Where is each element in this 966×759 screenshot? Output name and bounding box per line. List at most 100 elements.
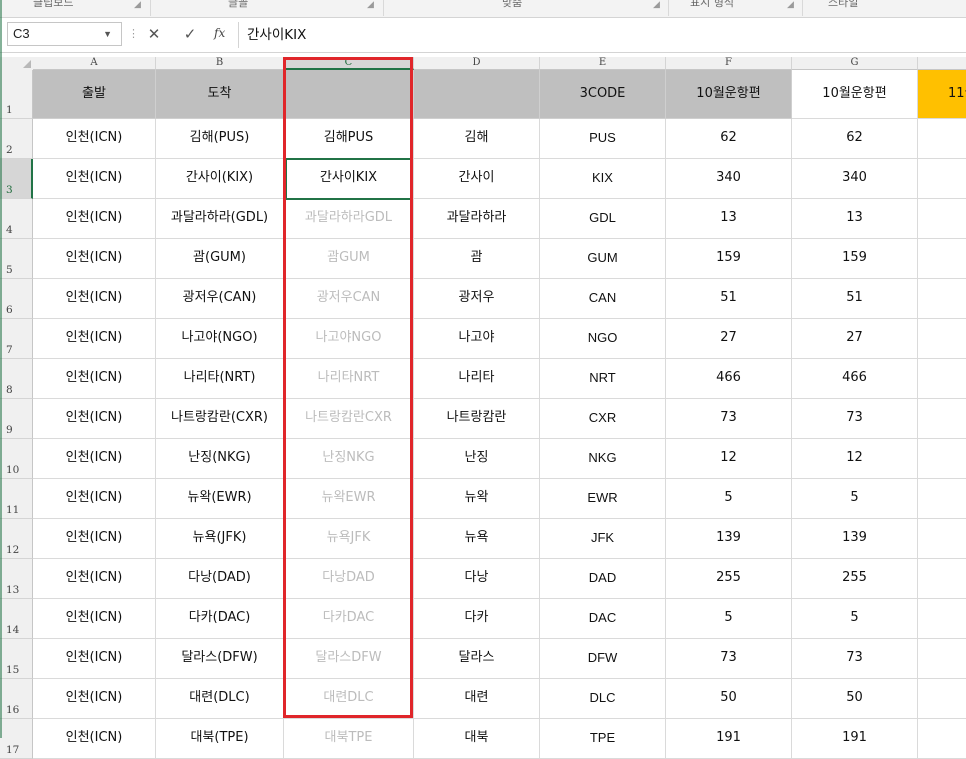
code-cell[interactable]: TPE [540,719,666,759]
empty-cell[interactable] [918,199,966,239]
row-header-10[interactable]: 10 [0,439,33,479]
concat-cell[interactable]: 나리타NRT [284,359,414,399]
arrival-cell[interactable]: 대련(DLC) [156,679,284,719]
city-cell[interactable]: 뉴왁 [414,479,540,519]
flights-oct-copy-cell[interactable]: 73 [792,639,918,679]
chevron-down-icon[interactable]: ▼ [103,23,112,45]
concat-cell[interactable]: 나트랑캄란CXR [284,399,414,439]
empty-cell[interactable] [918,559,966,599]
city-cell[interactable]: 대북 [414,719,540,759]
code-cell[interactable]: NRT [540,359,666,399]
concat-cell[interactable]: 뉴왁EWR [284,479,414,519]
concat-cell[interactable]: 대북TPE [284,719,414,759]
header-cell[interactable]: 출발 [33,70,156,119]
arrival-cell[interactable]: 난징(NKG) [156,439,284,479]
city-cell[interactable]: 대련 [414,679,540,719]
arrival-cell[interactable]: 다낭(DAD) [156,559,284,599]
departure-cell[interactable]: 인천(ICN) [33,199,156,239]
arrival-cell[interactable]: 대북(TPE) [156,719,284,759]
header-cell[interactable] [284,70,414,119]
concat-cell[interactable]: 괌GUM [284,239,414,279]
column-header-a[interactable]: A [33,57,156,70]
flights-oct-cell[interactable]: 139 [666,519,792,559]
empty-cell[interactable] [918,239,966,279]
flights-oct-copy-cell[interactable]: 13 [792,199,918,239]
empty-cell[interactable] [918,399,966,439]
city-cell[interactable]: 뉴욕 [414,519,540,559]
flights-oct-copy-cell[interactable]: 340 [792,159,918,199]
city-cell[interactable]: 난징 [414,439,540,479]
flights-oct-cell[interactable]: 191 [666,719,792,759]
code-cell[interactable]: DLC [540,679,666,719]
city-cell[interactable]: 나트랑캄란 [414,399,540,439]
header-cell[interactable]: 10월운항편 [792,70,918,119]
empty-cell[interactable] [918,279,966,319]
concat-cell[interactable]: 간사이KIX [284,159,414,199]
flights-oct-copy-cell[interactable]: 5 [792,599,918,639]
departure-cell[interactable]: 인천(ICN) [33,599,156,639]
concat-cell[interactable]: 나고야NGO [284,319,414,359]
flights-oct-cell[interactable]: 5 [666,479,792,519]
flights-oct-copy-cell[interactable]: 62 [792,119,918,159]
empty-cell[interactable] [918,439,966,479]
city-cell[interactable]: 나리타 [414,359,540,399]
concat-cell[interactable]: 광저우CAN [284,279,414,319]
row-header-1[interactable]: 1 [0,70,33,119]
city-cell[interactable]: 달라스 [414,639,540,679]
concat-cell[interactable]: 김해PUS [284,119,414,159]
flights-oct-copy-cell[interactable]: 12 [792,439,918,479]
code-cell[interactable]: GUM [540,239,666,279]
empty-cell[interactable] [918,359,966,399]
flights-oct-cell[interactable]: 340 [666,159,792,199]
row-header-17[interactable]: 17 [0,719,33,759]
city-cell[interactable]: 다카 [414,599,540,639]
code-cell[interactable]: DAD [540,559,666,599]
row-header-11[interactable]: 11 [0,479,33,519]
empty-cell[interactable] [918,319,966,359]
flights-oct-copy-cell[interactable]: 73 [792,399,918,439]
row-header-5[interactable]: 5 [0,239,33,279]
flights-oct-cell[interactable]: 13 [666,199,792,239]
city-cell[interactable]: 광저우 [414,279,540,319]
column-header-b[interactable]: B [156,57,284,70]
row-header-4[interactable]: 4 [0,199,33,239]
flights-oct-cell[interactable]: 73 [666,639,792,679]
empty-cell[interactable] [918,159,966,199]
arrival-cell[interactable]: 과달라하라(GDL) [156,199,284,239]
arrival-cell[interactable]: 나트랑캄란(CXR) [156,399,284,439]
concat-cell[interactable]: 다낭DAD [284,559,414,599]
row-header-9[interactable]: 9 [0,399,33,439]
departure-cell[interactable]: 인천(ICN) [33,439,156,479]
column-header-d[interactable]: D [414,57,540,70]
enter-icon[interactable]: ✓ [181,25,199,43]
row-header-16[interactable]: 16 [0,679,33,719]
name-box[interactable]: C3 ▼ [7,22,122,46]
arrival-cell[interactable]: 괌(GUM) [156,239,284,279]
formula-bar-resize-handle[interactable]: ⋮ [128,27,139,40]
alignment-launcher-icon[interactable]: ◢ [653,0,660,10]
row-header-12[interactable]: 12 [0,519,33,559]
city-cell[interactable]: 다낭 [414,559,540,599]
column-header-c[interactable]: C [284,57,414,70]
city-cell[interactable]: 나고야 [414,319,540,359]
code-cell[interactable]: JFK [540,519,666,559]
departure-cell[interactable]: 인천(ICN) [33,239,156,279]
arrival-cell[interactable]: 다카(DAC) [156,599,284,639]
column-header-h[interactable] [918,57,966,70]
departure-cell[interactable]: 인천(ICN) [33,639,156,679]
empty-cell[interactable] [918,719,966,759]
arrival-cell[interactable]: 뉴욕(JFK) [156,519,284,559]
code-cell[interactable]: NKG [540,439,666,479]
empty-cell[interactable] [918,679,966,719]
departure-cell[interactable]: 인천(ICN) [33,279,156,319]
flights-oct-cell[interactable]: 5 [666,599,792,639]
empty-cell[interactable] [918,599,966,639]
clipboard-launcher-icon[interactable]: ◢ [134,0,141,10]
formula-input[interactable]: 간사이KIX [238,22,966,48]
flights-oct-cell[interactable]: 12 [666,439,792,479]
departure-cell[interactable]: 인천(ICN) [33,479,156,519]
code-cell[interactable]: GDL [540,199,666,239]
flights-oct-copy-cell[interactable]: 139 [792,519,918,559]
empty-cell[interactable] [918,119,966,159]
flights-oct-cell[interactable]: 62 [666,119,792,159]
